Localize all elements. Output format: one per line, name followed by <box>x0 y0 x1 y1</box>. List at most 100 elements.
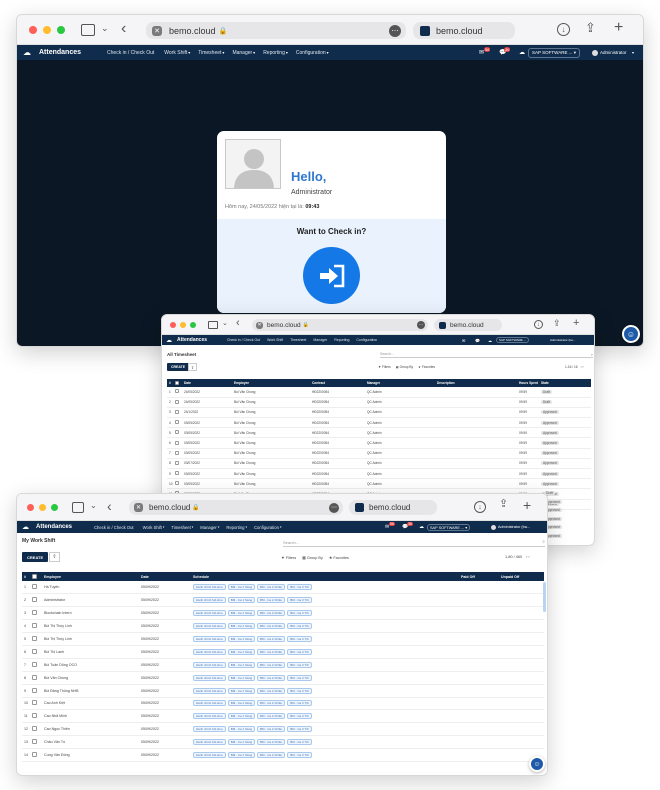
address-bar[interactable]: ✕ bemo.cloud 🔒 ⋯ <box>252 319 428 331</box>
table-row[interactable]: 4 Bùi Thị Thùy Linh 05/09/2022 Hành chính f… <box>22 619 544 634</box>
schedule-chip[interactable]: Hành chính full-time <box>193 700 226 707</box>
schedule-chip[interactable]: BM - Ca 3 Tối <box>287 752 312 759</box>
schedule-chip[interactable]: BM - Ca 2 Chiều <box>257 739 286 746</box>
schedule-chip[interactable]: BM - Ca 3 Tối <box>287 687 312 694</box>
menu-configuration[interactable]: Configuration <box>356 338 377 342</box>
user-avatar[interactable] <box>592 49 598 56</box>
browser-tab[interactable]: bemo.cloud <box>434 319 502 331</box>
schedule-chip[interactable]: BM - Ca 2 Chiều <box>257 584 286 591</box>
app-brand[interactable]: Attendances <box>39 49 81 56</box>
schedule-chip[interactable]: Hành chính full-time <box>193 636 226 642</box>
chevron-down-icon[interactable]: ⌄ <box>222 320 228 327</box>
col-description[interactable]: Description <box>437 379 519 387</box>
schedule-chip[interactable]: BM - Ca 3 Tối <box>287 584 312 591</box>
row-checkbox[interactable] <box>32 623 37 629</box>
select-all-checkbox[interactable] <box>32 573 37 579</box>
row-checkbox[interactable] <box>175 420 179 425</box>
row-checkbox[interactable] <box>175 460 179 465</box>
upload-button[interactable]: ⇧ <box>49 552 60 562</box>
table-row[interactable]: 11 Cao Nhã Minh 05/09/2022 Hành chính full-… <box>22 709 544 724</box>
app-brand[interactable]: Attendances <box>36 524 72 530</box>
maximize-window-button[interactable] <box>57 26 65 34</box>
app-brand[interactable]: Attendances <box>177 337 207 343</box>
back-icon[interactable]: ‹ <box>236 318 240 329</box>
company-switcher[interactable]: SAP SOFTWARE ... ▾ <box>427 523 471 531</box>
create-button[interactable]: CREATE <box>22 552 49 562</box>
schedule-chip[interactable]: BM - Ca 2 Chiều <box>257 700 286 707</box>
schedule-chip[interactable]: BM - Ca 1 Sáng <box>227 610 256 617</box>
row-checkbox[interactable] <box>175 440 179 445</box>
table-row[interactable]: 4 03/05/2022 Bùi Văn Chung HĐ2200054 QC Admi… <box>167 417 591 429</box>
menu-reporting[interactable]: Reporting <box>263 50 285 56</box>
row-checkbox[interactable] <box>175 430 179 435</box>
row-checkbox[interactable] <box>175 389 179 394</box>
menu-timesheet[interactable]: Timesheet <box>171 525 190 530</box>
company-switcher[interactable]: SAP SOFTWARE ... <box>496 337 530 343</box>
sidebar-icon[interactable] <box>208 321 218 329</box>
row-checkbox[interactable] <box>32 739 37 745</box>
schedule-chip[interactable]: BM - Ca 3 Tối <box>287 739 312 746</box>
minimize-window-button[interactable] <box>39 504 46 511</box>
schedule-chip[interactable]: BM - Ca 1 Sáng <box>227 636 256 642</box>
schedule-chip[interactable]: Hành chính full-time <box>193 597 226 604</box>
menu-manager[interactable]: Manager <box>313 338 327 342</box>
row-checkbox[interactable] <box>32 648 37 654</box>
schedule-chip[interactable]: BM - Ca 2 Chiều <box>257 610 286 617</box>
schedule-chip[interactable]: BM - Ca 3 Tối <box>287 661 312 668</box>
user-menu[interactable]: Administrator <box>600 50 627 55</box>
table-row[interactable]: 7 03/05/2022 Bùi Văn Chung HĐ2200054 QC Admi… <box>167 448 591 459</box>
row-checkbox[interactable] <box>32 713 37 719</box>
row-checkbox[interactable] <box>32 636 37 641</box>
menu-configuration[interactable]: Configuration <box>296 50 326 56</box>
sidebar-icon[interactable] <box>72 502 84 513</box>
table-row[interactable]: 12 Cao Ngọc Thiên 05/09/2022 Hành chính ful… <box>22 722 544 737</box>
maximize-window-button[interactable] <box>51 504 58 511</box>
schedule-chip[interactable]: BM - Ca 2 Chiều <box>257 623 286 630</box>
col-select[interactable] <box>32 572 44 581</box>
col-paid-off[interactable]: Paid Off <box>461 572 501 581</box>
address-bar[interactable]: ✕ bemo.cloud 🔒 ⋯ <box>146 22 406 39</box>
search-box[interactable]: Search... ⌕ <box>380 351 593 358</box>
schedule-chip[interactable]: BM - Ca 1 Sáng <box>227 687 256 694</box>
schedule-chip[interactable]: BM - Ca 2 Chiều <box>257 713 286 720</box>
schedule-chip[interactable]: BM - Ca 3 Tối <box>287 636 312 642</box>
create-button[interactable]: CREATE <box>167 363 190 371</box>
schedule-chip[interactable]: BM - Ca 3 Tối <box>287 610 312 617</box>
schedule-chip[interactable]: Hành chính full-time <box>193 584 226 591</box>
schedule-chip[interactable]: BM - Ca 1 Sáng <box>227 700 256 707</box>
table-row[interactable]: 10 Cao Anh Kiệt 05/09/2022 Hành chính full-… <box>22 697 544 711</box>
menu-timesheet[interactable]: Timesheet <box>290 338 306 342</box>
col-date[interactable]: Date <box>184 379 234 387</box>
menu-workshift[interactable]: Work Shift <box>267 338 283 342</box>
user-avatar[interactable] <box>491 524 496 530</box>
table-row[interactable]: 13 Châu Văn Tú 05/09/2022 Hành chính full-t… <box>22 735 544 750</box>
chevron-down-icon[interactable]: ⌄ <box>90 502 97 510</box>
share-icon[interactable]: ⇪ <box>585 21 596 34</box>
row-checkbox[interactable] <box>32 597 37 603</box>
schedule-chip[interactable]: BM - Ca 1 Sáng <box>227 661 256 668</box>
schedule-chip[interactable]: Hành chính full-time <box>193 687 226 694</box>
schedule-chip[interactable]: BM - Ca 1 Sáng <box>227 752 256 759</box>
table-row[interactable]: 1 24/05/2022 Bùi Văn Chung HĐ2200054 QC Admi… <box>167 387 591 398</box>
schedule-chip[interactable]: BM - Ca 1 Sáng <box>227 648 256 655</box>
schedule-chip[interactable]: Hành chính full-time <box>193 610 226 617</box>
menu-timesheet[interactable]: Timesheet <box>198 50 221 56</box>
maximize-window-button[interactable] <box>190 322 196 328</box>
close-window-button[interactable] <box>29 26 37 34</box>
chatbot-button-floating[interactable]: ☺ <box>622 325 640 343</box>
col-employee[interactable]: Employee <box>44 572 141 581</box>
schedule-chip[interactable]: BM - Ca 2 Chiều <box>257 752 286 759</box>
schedule-chip[interactable]: Hành chính full-time <box>193 661 226 668</box>
col-employee[interactable]: Employee <box>234 379 312 387</box>
menu-checkin[interactable]: Check in / Check Out <box>107 50 154 56</box>
table-row[interactable]: 2 Administrator 05/09/2022 Hành chính full-… <box>22 593 544 608</box>
schedule-chip[interactable]: BM - Ca 3 Tối <box>287 674 312 681</box>
row-checkbox[interactable] <box>175 399 179 404</box>
table-row[interactable]: 6 03/05/2022 Bùi Văn Chung HĐ2200054 QC Admi… <box>167 437 591 449</box>
table-row[interactable]: 5 Bùi Thị Thùy Linh 05/09/2022 Hành chính f… <box>22 632 544 646</box>
favorites-button[interactable]: ★ Favorites <box>329 555 349 560</box>
schedule-chip[interactable]: BM - Ca 1 Sáng <box>227 726 256 733</box>
new-tab-icon[interactable]: + <box>523 498 531 512</box>
activity-icon[interactable]: ✉ <box>462 338 465 343</box>
select-all-checkbox[interactable] <box>175 380 179 385</box>
